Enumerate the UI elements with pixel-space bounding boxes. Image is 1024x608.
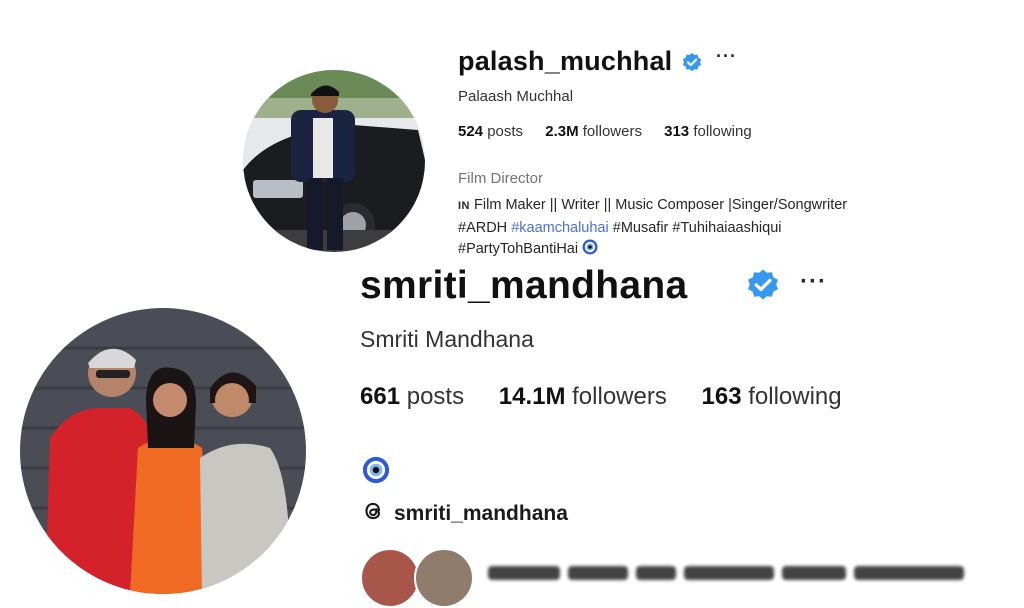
bio-line: IN Film Maker || Writer || Music Compose… bbox=[458, 197, 848, 213]
hashtag-link[interactable]: #kaamchaluhai bbox=[511, 220, 609, 236]
profile-category: Film Director bbox=[458, 170, 543, 187]
profile-bio: IN Film Maker || Writer || Music Compose… bbox=[458, 195, 938, 263]
followers-link[interactable]: 14.1M followers bbox=[499, 383, 667, 410]
followed-by-avatars[interactable] bbox=[360, 548, 474, 608]
profile-stats: 524 posts 2.3M followers 313 following bbox=[458, 123, 752, 140]
threads-link[interactable]: smriti_mandhana bbox=[360, 498, 568, 529]
verified-badge-icon bbox=[681, 52, 703, 79]
profile-display-name: Smriti Mandhana bbox=[360, 326, 534, 352]
profile-display-name: Palaash Muchhal bbox=[458, 88, 574, 105]
posts-count: 661 posts bbox=[360, 383, 465, 410]
posts-count: 524 posts bbox=[458, 123, 524, 140]
evil-eye-icon bbox=[582, 239, 598, 263]
verified-badge-icon bbox=[745, 268, 781, 309]
bio-flag-prefix: IN bbox=[458, 200, 470, 212]
avatar bbox=[360, 548, 420, 608]
avatar bbox=[414, 548, 474, 608]
threads-handle: smriti_mandhana bbox=[394, 501, 568, 525]
followers-link[interactable]: 2.3M followers bbox=[545, 123, 642, 140]
profile-username[interactable]: palash_muchhal bbox=[458, 46, 672, 77]
avatar-photo bbox=[20, 308, 306, 594]
profile-username[interactable]: smriti_mandhana bbox=[360, 264, 687, 308]
followed-by-text[interactable] bbox=[488, 566, 1024, 580]
profile-stats: 661 posts 14.1M followers 163 following bbox=[360, 383, 842, 411]
more-options-button[interactable]: ··· bbox=[800, 268, 827, 296]
profile-avatar-palash[interactable] bbox=[243, 70, 425, 252]
more-options-button[interactable]: ··· bbox=[716, 46, 737, 67]
following-link[interactable]: 163 following bbox=[702, 383, 842, 410]
threads-icon bbox=[360, 498, 386, 529]
evil-eye-icon bbox=[362, 456, 390, 489]
bio-line: #PartyTohBantiHai bbox=[458, 239, 938, 263]
profile-avatar-smriti[interactable] bbox=[20, 308, 306, 594]
following-link[interactable]: 313 following bbox=[664, 123, 752, 140]
avatar-photo bbox=[243, 70, 425, 252]
bio-line: #ARDH #kaamchaluhai #Musafir #Tuhihaiaas… bbox=[458, 219, 782, 236]
